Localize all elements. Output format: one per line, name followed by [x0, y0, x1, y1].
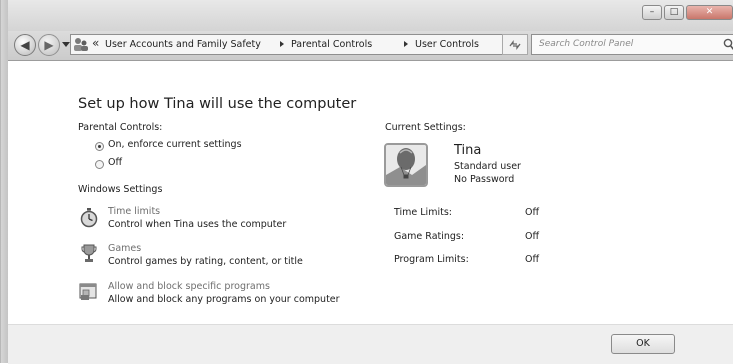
- page-title: Set up how Tina will use the computer: [78, 96, 357, 112]
- time-limits-link[interactable]: Time limits: [108, 206, 160, 217]
- programs-description: Allow and block any programs on your com…: [108, 294, 340, 305]
- search-box[interactable]: Search Control Panel: [531, 34, 733, 55]
- time-limits-setting-value: Off: [525, 207, 540, 218]
- search-placeholder[interactable]: Search Control Panel: [539, 39, 633, 49]
- radio-off-label[interactable]: Off: [108, 157, 122, 168]
- parental-controls-window: – □ ✕ ◀ ▶ « User Accounts and Family Saf…: [0, 0, 733, 364]
- time-limits-setting-label: Time Limits:: [394, 207, 452, 218]
- program-limits-setting-value: Off: [525, 254, 540, 265]
- maximize-button[interactable]: □: [664, 5, 684, 20]
- breadcrumb-separator-icon[interactable]: [404, 41, 408, 47]
- search-icon[interactable]: [723, 38, 733, 51]
- game-ratings-setting-label: Game Ratings:: [394, 231, 465, 242]
- program-limits-setting-label: Program Limits:: [394, 254, 469, 265]
- window-frame-left: [0, 0, 8, 363]
- game-ratings-setting-value: Off: [525, 231, 540, 242]
- forward-arrow-icon: ▶: [44, 38, 54, 52]
- close-button[interactable]: ✕: [686, 5, 733, 20]
- trophy-icon: [81, 244, 97, 262]
- program-window-icon: [79, 283, 97, 300]
- games-description: Control games by rating, content, or tit…: [108, 256, 303, 267]
- hot-air-balloon-icon: [386, 145, 426, 185]
- user-avatar: [384, 143, 428, 187]
- forward-button[interactable]: ▶: [38, 34, 60, 56]
- current-settings-label: Current Settings:: [385, 122, 466, 133]
- ok-button[interactable]: OK: [611, 334, 675, 354]
- radio-off[interactable]: [95, 160, 104, 169]
- title-bar: – □ ✕: [0, 0, 733, 31]
- breadcrumb-user-accounts[interactable]: User Accounts and Family Safety: [105, 39, 261, 50]
- user-accounts-icon: [74, 38, 88, 51]
- recent-pages-dropdown-icon[interactable]: [62, 42, 70, 47]
- programs-link[interactable]: Allow and block specific programs: [108, 281, 270, 292]
- refresh-icon: [509, 40, 521, 50]
- back-arrow-icon: ◀: [20, 38, 30, 52]
- radio-on-label[interactable]: On, enforce current settings: [108, 139, 242, 150]
- windows-settings-label: Windows Settings: [78, 184, 163, 195]
- refresh-button[interactable]: [502, 34, 528, 55]
- breadcrumb-separator-icon[interactable]: [280, 41, 284, 47]
- main-content: Set up how Tina will use the computer Pa…: [8, 61, 733, 324]
- user-password-status: No Password: [454, 174, 515, 185]
- time-limits-description: Control when Tina uses the computer: [108, 219, 287, 230]
- back-button[interactable]: ◀: [14, 34, 36, 56]
- stopwatch-icon: [80, 208, 98, 228]
- address-bar[interactable]: « User Accounts and Family Safety Parent…: [70, 34, 548, 55]
- breadcrumb-parental-controls[interactable]: Parental Controls: [291, 39, 372, 50]
- address-overflow-chevron[interactable]: «: [92, 36, 99, 50]
- minimize-button[interactable]: –: [642, 5, 662, 20]
- dialog-footer: OK: [8, 324, 733, 364]
- navigation-bar: ◀ ▶ « User Accounts and Family Safety Pa…: [8, 31, 733, 61]
- user-type: Standard user: [454, 161, 521, 172]
- games-link[interactable]: Games: [108, 243, 141, 254]
- radio-on[interactable]: [95, 142, 104, 151]
- parental-controls-label: Parental Controls:: [78, 122, 163, 133]
- breadcrumb-user-controls[interactable]: User Controls: [415, 39, 479, 50]
- user-name: Tina: [454, 143, 482, 158]
